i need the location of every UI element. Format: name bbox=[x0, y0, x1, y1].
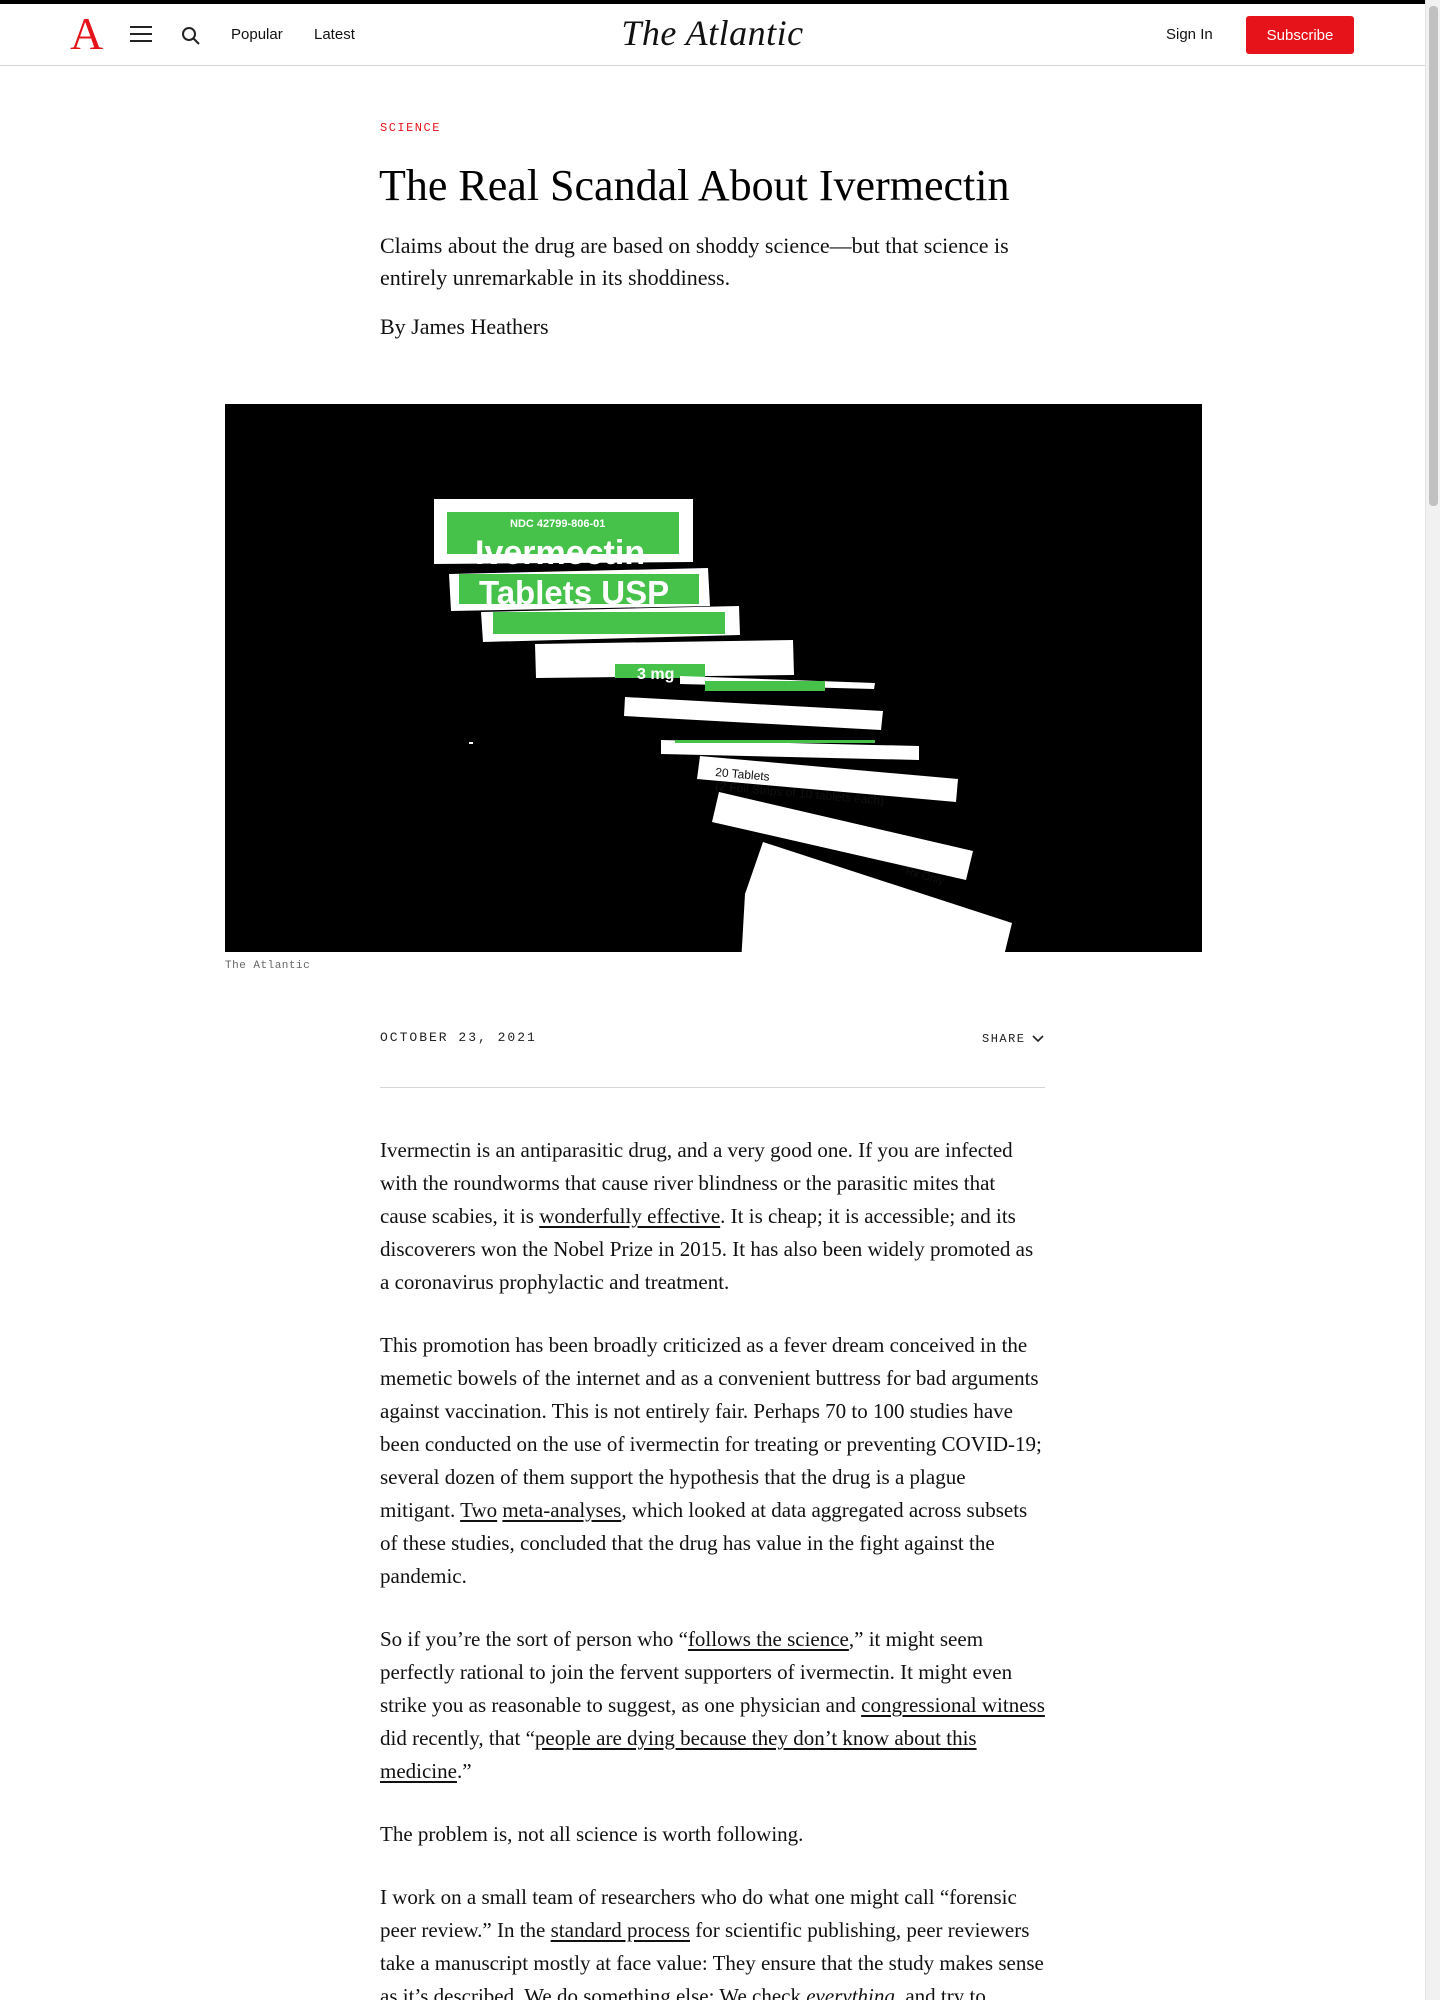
text: So if you’re the sort of person who “ bbox=[380, 1627, 688, 1651]
article-dek: Claims about the drug are based on shodd… bbox=[380, 233, 1009, 290]
divider bbox=[380, 1087, 1045, 1088]
svg-text:NDC 42799-806-01: NDC 42799-806-01 bbox=[510, 518, 605, 530]
link-congressional-witness[interactable]: congressional witness bbox=[861, 1693, 1045, 1717]
hero-image: NDC 42799-806-01 Ivermectin Tablets USP … bbox=[225, 404, 1202, 952]
text: , and try to bbox=[894, 1984, 986, 2000]
svg-text:Tablets USP: Tablets USP bbox=[479, 574, 669, 611]
share-label: SHARE bbox=[982, 1032, 1026, 1046]
link-standard-process[interactable]: standard process bbox=[551, 1918, 690, 1942]
article-title: The Real Scandal About Ivermectin bbox=[379, 161, 1010, 210]
svg-text:3 mg: 3 mg bbox=[637, 666, 674, 683]
ivermectin-label-illustration: NDC 42799-806-01 Ivermectin Tablets USP … bbox=[225, 404, 1202, 952]
text: did recently, that “ bbox=[380, 1726, 535, 1750]
text: This promotion has been broadly criticiz… bbox=[380, 1333, 1042, 1522]
share-button[interactable]: SHARE bbox=[982, 1032, 1044, 1046]
paragraph-3: So if you’re the sort of person who “fol… bbox=[380, 1623, 1045, 1788]
link-wonderfully-effective[interactable]: wonderfully effective bbox=[539, 1204, 720, 1228]
svg-text:Ivermectin: Ivermectin bbox=[475, 534, 645, 572]
article-body: Ivermectin is an antiparasitic drug, and… bbox=[380, 1134, 1045, 2000]
scrollbar[interactable] bbox=[1425, 0, 1440, 2000]
link-follows-the-science[interactable]: follows the science bbox=[688, 1627, 849, 1651]
text: .” bbox=[456, 1759, 472, 1783]
paragraph-5: I work on a small team of researchers wh… bbox=[380, 1881, 1045, 2000]
paragraph-4: The problem is, not all science is worth… bbox=[380, 1822, 804, 1846]
section-label[interactable]: SCIENCE bbox=[380, 121, 441, 135]
label-strip-1: NDC 42799-806-01 Ivermectin bbox=[434, 499, 693, 572]
link-two[interactable]: Two bbox=[460, 1498, 497, 1522]
emphasis: everything bbox=[806, 1984, 895, 2000]
byline[interactable]: By James Heathers bbox=[380, 314, 549, 340]
site-header: A Popular Latest The Atlantic Sign In Su… bbox=[0, 4, 1425, 66]
link-meta-analyses[interactable]: meta-analyses bbox=[502, 1498, 621, 1522]
paragraph-2: This promotion has been broadly criticiz… bbox=[380, 1329, 1045, 1593]
label-strip-2: Tablets USP bbox=[449, 568, 710, 611]
scrollbar-thumb[interactable] bbox=[1429, 6, 1438, 506]
paragraph-1: Ivermectin is an antiparasitic drug, and… bbox=[380, 1134, 1045, 1299]
chevron-down-icon bbox=[1031, 1035, 1044, 1043]
sign-in-link[interactable]: Sign In bbox=[1166, 26, 1213, 43]
subscribe-button[interactable]: Subscribe bbox=[1246, 16, 1354, 54]
publish-date: OCTOBER 23, 2021 bbox=[380, 1030, 537, 1045]
image-credit: The Atlantic bbox=[225, 960, 311, 972]
